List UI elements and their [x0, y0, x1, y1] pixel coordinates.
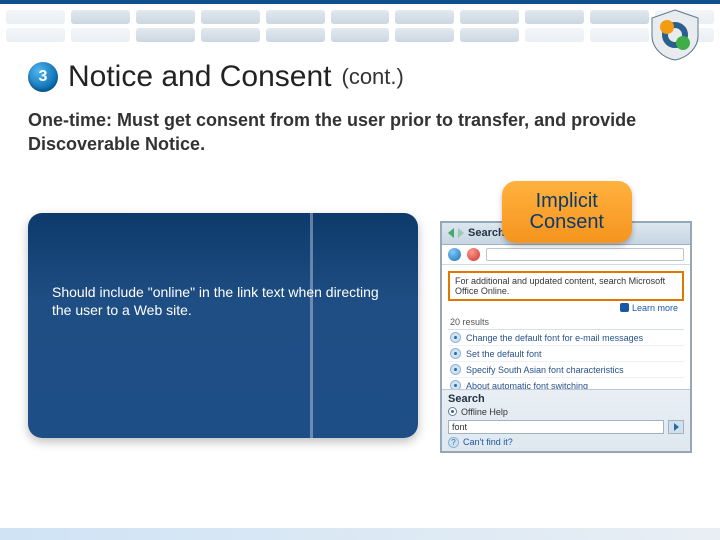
search-go-icon	[668, 420, 684, 434]
result-item: Change the default font for e-mail messa…	[448, 330, 684, 346]
help-topic-icon	[450, 364, 461, 375]
search-input: font	[448, 420, 664, 434]
search-footer-label: Search	[448, 393, 684, 405]
step-badge: 3	[28, 62, 58, 92]
home-icon	[448, 248, 461, 261]
badge-line2: Consent	[530, 212, 605, 233]
decorative-top-bar	[0, 0, 720, 44]
question-icon: ?	[448, 437, 459, 448]
online-notice-callout: For additional and updated content, sear…	[448, 271, 684, 302]
learn-more-link: Learn more	[620, 303, 678, 313]
result-list: Change the default font for e-mail messa…	[448, 329, 684, 394]
cant-find-link: ? Can't find it?	[448, 437, 684, 448]
slide-title-row: 3 Notice and Consent (cont.)	[28, 60, 692, 94]
slide-title-suffix: (cont.)	[342, 64, 404, 90]
footer-stripe	[0, 528, 720, 540]
guidance-panel: Should include "online" in the link text…	[28, 213, 418, 438]
forward-icon	[458, 228, 464, 238]
help-topic-icon	[450, 348, 461, 359]
result-count: 20 results	[450, 317, 682, 327]
toolbar-search-box	[486, 248, 684, 261]
stop-icon	[467, 248, 480, 261]
help-pane-screenshot: Search Results For additional and update…	[440, 221, 692, 453]
online-notice-text: For additional and updated content, sear…	[455, 276, 665, 296]
result-item: Set the default font	[448, 346, 684, 362]
result-item: Specify South Asian font characteristics	[448, 362, 684, 378]
search-scope-radio: Offline Help	[448, 407, 684, 417]
badge-line1: Implicit	[530, 191, 605, 212]
slide-subtitle: One-time: Must get consent from the user…	[28, 108, 668, 157]
radio-label: Offline Help	[461, 407, 508, 417]
back-icon	[448, 228, 454, 238]
slide-title: Notice and Consent	[68, 60, 332, 94]
radio-icon	[448, 407, 457, 416]
guidance-text: Should include "online" in the link text…	[52, 283, 394, 321]
help-topic-icon	[450, 332, 461, 343]
implicit-consent-badge: Implicit Consent	[502, 181, 633, 243]
